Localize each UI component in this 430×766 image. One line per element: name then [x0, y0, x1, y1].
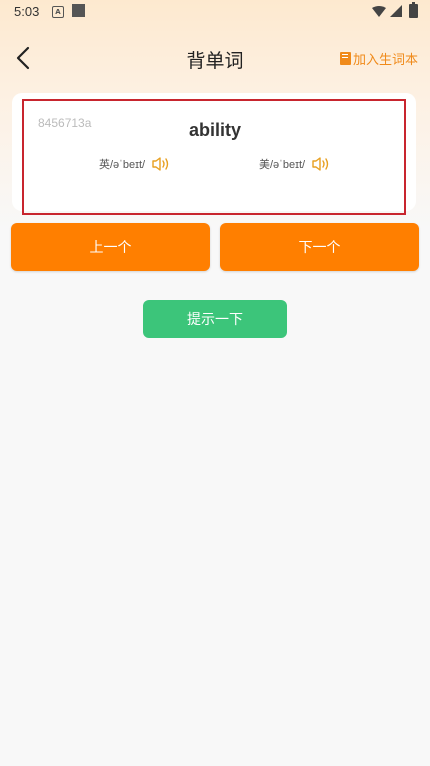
book-icon — [339, 52, 351, 65]
notification-square-icon — [72, 4, 85, 17]
uk-phonetic: 英/əˈbeɪt/ — [99, 159, 146, 171]
hint-button[interactable]: 提示一下 — [143, 300, 287, 338]
add-to-vocab-button[interactable]: 加入生词本 — [339, 49, 418, 68]
uk-speaker-icon[interactable] — [151, 156, 171, 172]
uk-pronunciation: 英/əˈbeɪt/ — [99, 156, 171, 172]
status-time: 5:03 — [14, 4, 40, 19]
previous-button[interactable]: 上一个 — [11, 223, 210, 271]
us-phonetic: 美/əˈbeɪt/ — [259, 159, 306, 171]
word-text: ability — [188, 120, 241, 140]
us-pronunciation: 美/əˈbeɪt/ — [259, 156, 331, 172]
signal-icon — [390, 5, 402, 17]
app-header: 背单词 加入生词本 — [0, 36, 430, 80]
battery-icon — [409, 2, 418, 18]
add-to-vocab-label: 加入生词本 — [352, 53, 418, 68]
notification-a-icon: A — [52, 6, 64, 18]
next-button[interactable]: 下一个 — [220, 223, 419, 271]
wifi-icon — [372, 6, 386, 17]
status-bar: 5:03 A — [0, 0, 430, 24]
us-speaker-icon[interactable] — [311, 156, 331, 172]
